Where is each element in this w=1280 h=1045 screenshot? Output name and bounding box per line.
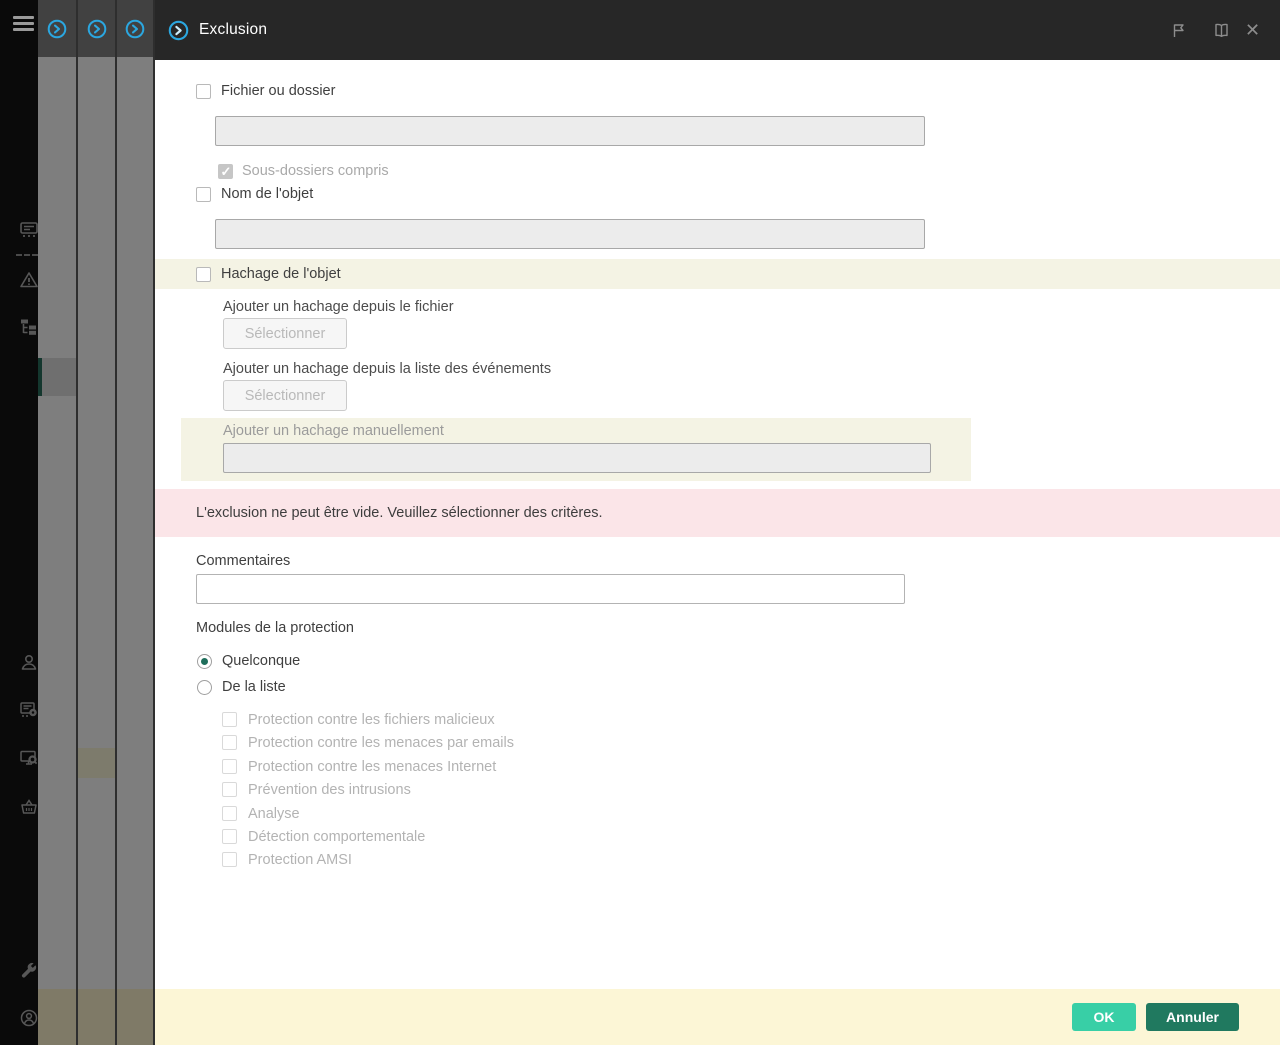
file-folder-label: Fichier ou dossier <box>221 83 335 99</box>
stacked-panel-1[interactable] <box>38 0 78 1045</box>
from-list-label: De la liste <box>222 679 286 695</box>
module-label: Protection contre les fichiers malicieux <box>248 712 495 728</box>
exclusion-dialog: Exclusion ✕ Fichier ou dossier Sous-doss… <box>155 0 1280 1045</box>
close-icon[interactable]: ✕ <box>1245 0 1260 60</box>
validation-error-banner: L'exclusion ne peut être vide. Veuillez … <box>155 489 1280 537</box>
dimmed-footer <box>117 989 153 1045</box>
comments-input[interactable] <box>196 574 905 604</box>
book-icon[interactable] <box>1213 0 1230 60</box>
cancel-button[interactable]: Annuler <box>1146 1003 1239 1031</box>
subfolders-label: Sous-dossiers compris <box>242 163 389 179</box>
stacked-panel-3-header[interactable] <box>117 0 153 57</box>
module-checkbox <box>222 806 237 821</box>
object-hash-checkbox[interactable] <box>196 267 211 282</box>
module-label: Protection contre les menaces Internet <box>248 759 496 775</box>
settings-wrench-icon[interactable] <box>20 961 38 979</box>
stacked-panel-1-header[interactable] <box>38 0 76 57</box>
any-module-label: Quelconque <box>222 653 300 669</box>
stacked-panel-2-header[interactable] <box>78 0 115 57</box>
subfolders-checkbox <box>218 164 233 179</box>
circle-chevron-icon <box>87 19 107 39</box>
hash-from-events-label: Ajouter un hachage depuis la liste des é… <box>223 361 551 377</box>
stacked-panel-3[interactable] <box>117 0 155 1045</box>
circle-chevron-icon <box>125 19 145 39</box>
file-folder-checkbox[interactable] <box>196 84 211 99</box>
manual-hash-label: Ajouter un hachage manuellement <box>223 423 444 439</box>
any-module-radio[interactable] <box>197 654 212 669</box>
dimmed-footer <box>38 989 76 1045</box>
devices-icon[interactable] <box>20 221 38 239</box>
hash-from-file-label: Ajouter un hachage depuis le fichier <box>223 299 454 315</box>
account-icon[interactable] <box>20 1009 38 1027</box>
object-name-checkbox[interactable] <box>196 187 211 202</box>
module-checkbox <box>222 759 237 774</box>
user-icon[interactable] <box>20 653 38 671</box>
left-nav-sidebar <box>0 0 38 1045</box>
module-label: Protection contre les menaces par emails <box>248 735 514 751</box>
dimmed-highlight-row <box>78 748 115 778</box>
page-title: Exclusion <box>199 21 267 39</box>
file-folder-input <box>215 116 925 146</box>
dimmed-footer <box>78 989 115 1045</box>
object-hash-label: Hachage de l'objet <box>221 266 341 282</box>
protection-modules-label: Modules de la protection <box>196 620 354 636</box>
nav-separator <box>16 254 38 256</box>
module-checkbox <box>222 829 237 844</box>
from-list-radio[interactable] <box>197 680 212 695</box>
module-label: Prévention des intrusions <box>248 782 411 798</box>
dialog-body: Fichier ou dossier Sous-dossiers compris… <box>155 60 1280 989</box>
comments-label: Commentaires <box>196 553 290 569</box>
circle-chevron-icon <box>47 19 67 39</box>
menu-icon[interactable] <box>13 16 34 32</box>
dialog-footer: OK Annuler <box>155 989 1280 1045</box>
warning-triangle-icon[interactable] <box>20 271 38 289</box>
module-checkbox <box>222 852 237 867</box>
ok-button[interactable]: OK <box>1072 1003 1136 1031</box>
module-label: Analyse <box>248 806 300 822</box>
module-checkbox <box>222 735 237 750</box>
validation-error-text: L'exclusion ne peut être vide. Veuillez … <box>196 505 603 521</box>
module-checkbox <box>222 712 237 727</box>
module-checkbox <box>222 782 237 797</box>
select-file-button: Sélectionner <box>223 318 347 349</box>
dialog-header: Exclusion ✕ <box>155 0 1280 60</box>
hierarchy-tree-icon[interactable] <box>20 318 38 336</box>
object-name-input <box>215 219 925 249</box>
task-settings-icon[interactable] <box>20 701 38 719</box>
module-label: Protection AMSI <box>248 852 352 868</box>
manual-hash-input <box>223 443 931 473</box>
dimmed-selected-item <box>38 358 76 396</box>
device-discovery-icon[interactable] <box>20 749 38 767</box>
circle-chevron-icon <box>168 20 189 41</box>
stacked-panel-2[interactable] <box>78 0 117 1045</box>
flag-icon[interactable] <box>1171 0 1188 60</box>
module-label: Détection comportementale <box>248 829 425 845</box>
marketplace-basket-icon[interactable] <box>20 798 38 816</box>
object-name-label: Nom de l'objet <box>221 186 313 202</box>
select-events-button: Sélectionner <box>223 380 347 411</box>
